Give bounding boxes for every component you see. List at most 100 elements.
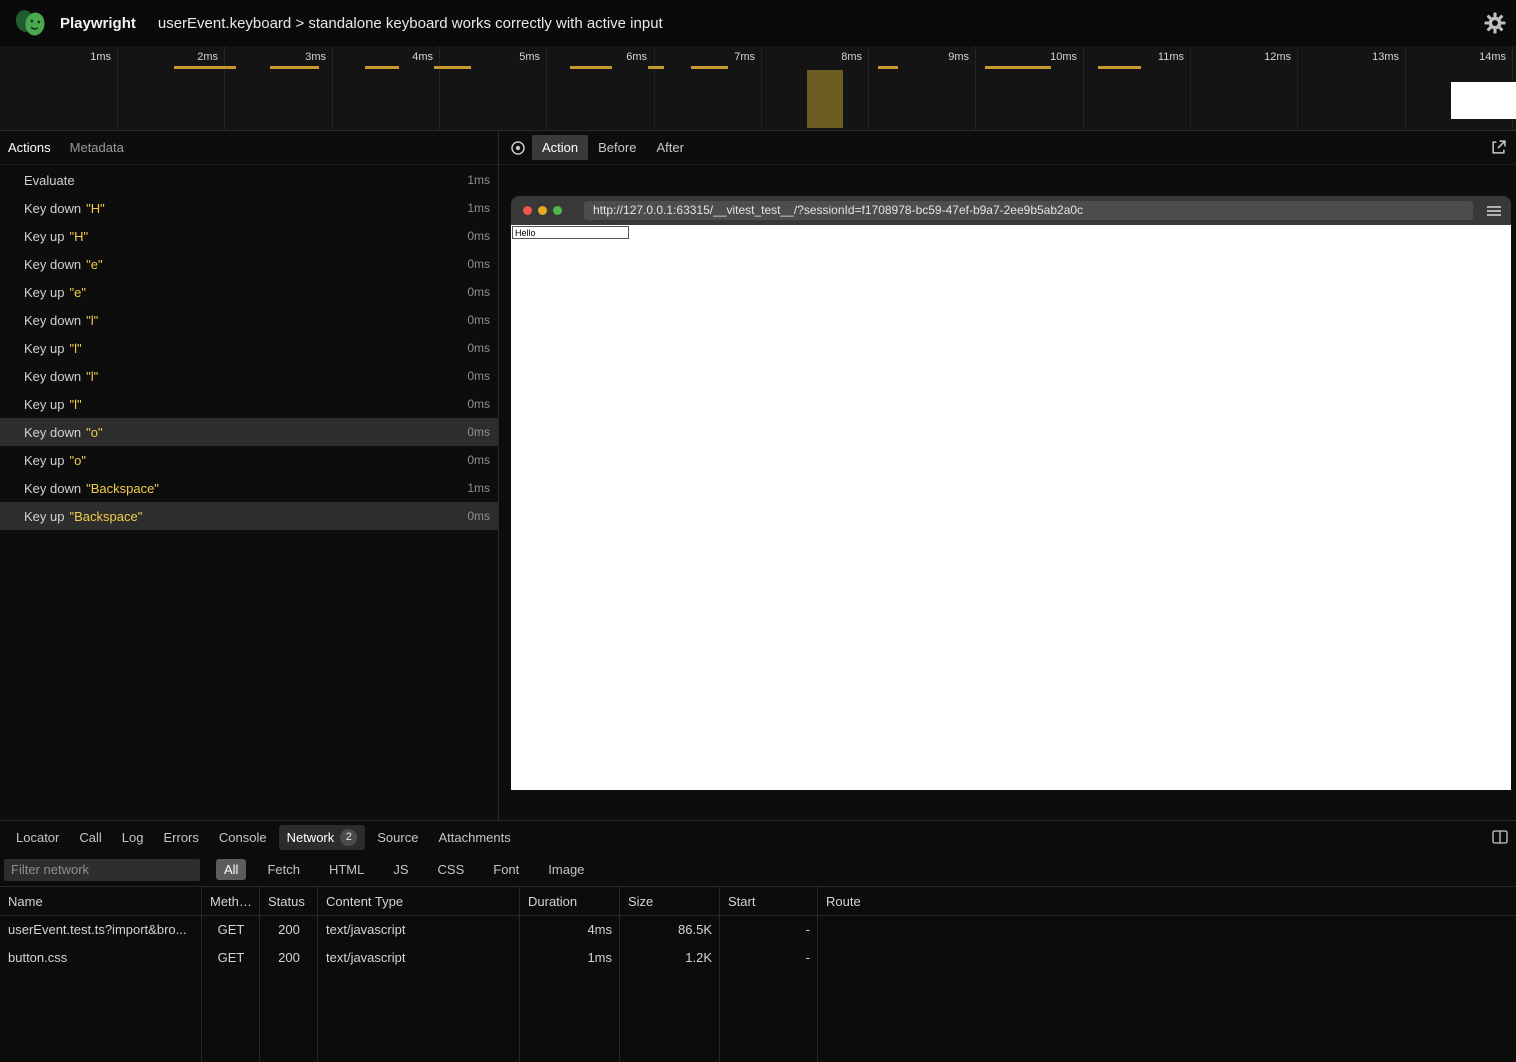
app-name: Playwright [60,15,136,32]
bottom-tab-console[interactable]: Console [211,826,275,849]
snapshot-tab-before[interactable]: Before [588,135,646,160]
filter-chip-css[interactable]: CSS [430,859,473,880]
filter-chip-html[interactable]: HTML [321,859,372,880]
action-label: Key down [24,369,81,384]
actions-panel-tabs: Actions Metadata [0,131,498,165]
menu-icon [1487,205,1501,217]
timeline-action-marker[interactable] [878,66,898,69]
table-column-divider [317,887,318,1062]
timeline-gridline [1297,46,1298,130]
timeline-selected-range[interactable] [807,70,843,128]
action-duration: 0ms [467,285,490,299]
cell-name: button.css [0,944,202,972]
column-header-status[interactable]: Status [260,887,318,915]
bottom-tab-network[interactable]: Network2 [279,825,366,850]
action-duration: 0ms [467,341,490,355]
action-title: Evaluate [24,173,75,188]
action-title: Key down "l" [24,369,98,384]
action-row[interactable]: Key down "l" 0ms [0,362,498,390]
bottom-tab-call[interactable]: Call [71,826,109,849]
timeline-gridline [117,46,118,130]
action-row[interactable]: Evaluate 1ms [0,166,498,194]
action-duration: 0ms [467,313,490,327]
timeline[interactable]: 1ms2ms3ms4ms5ms6ms7ms8ms9ms10ms11ms12ms1… [0,46,1516,131]
bottom-tab-source[interactable]: Source [369,826,426,849]
column-header-start[interactable]: Start [720,887,818,915]
bottom-tab-log[interactable]: Log [114,826,152,849]
filter-chip-all[interactable]: All [216,859,246,880]
action-duration: 0ms [467,453,490,467]
column-header-size[interactable]: Size [620,887,720,915]
action-duration: 0ms [467,397,490,411]
action-duration: 1ms [467,173,490,187]
actions-panel: Actions Metadata Evaluate 1ms Key down"H"1m… [0,131,499,820]
snapshot-tab-after[interactable]: After [646,135,693,160]
timeline-action-marker[interactable] [648,66,664,69]
column-header-route[interactable]: Route [818,887,1516,915]
bottom-tab-attachments[interactable]: Attachments [430,826,518,849]
open-external-icon[interactable] [1491,140,1506,155]
action-row[interactable]: Key up"o"0ms [0,446,498,474]
action-row[interactable]: Key up"l"0ms [0,334,498,362]
cell-status: 200 [260,944,318,972]
action-row[interactable]: Key down"H"1ms [0,194,498,222]
timeline-action-marker[interactable] [570,66,612,69]
filter-chip-js[interactable]: JS [385,859,416,880]
timeline-action-marker[interactable] [434,66,471,69]
resource-type-filters: All Fetch HTML JS CSS Font Image [216,859,605,880]
action-row[interactable]: Key down"e"0ms [0,250,498,278]
action-key: "e" [86,257,102,272]
action-key: "o" [86,425,102,440]
panel-tab-metadata[interactable]: Metadata [70,140,124,155]
action-key: "e" [69,285,85,300]
action-key: "l" [86,369,98,384]
action-row[interactable]: Key up"Backspace"0ms [0,502,498,530]
cell-start: - [720,944,818,972]
action-row[interactable]: Key down"l"0ms [0,306,498,334]
timeline-action-marker[interactable] [174,66,236,69]
timeline-tick-label: 11ms [1158,51,1184,63]
action-row[interactable]: Key up "e" 0ms [0,278,498,306]
bottom-tab-label: Locator [16,830,59,845]
action-row[interactable]: Key down"o"0ms [0,418,498,446]
timeline-film-strip-thumbnail[interactable] [1451,82,1516,119]
column-header-duration[interactable]: Duration [520,887,620,915]
timeline-action-marker[interactable] [270,66,319,69]
gear-icon[interactable] [1484,12,1506,39]
snapshot-panel: ActionBeforeAfter http://127.0.0.1:63315… [500,131,1516,820]
action-label: Key down [24,425,81,440]
column-header-name[interactable]: Name [0,887,202,915]
filter-chip-image[interactable]: Image [540,859,592,880]
column-header-method[interactable]: Method [202,887,260,915]
bottom-tab-label: Call [79,830,101,845]
network-request-row[interactable]: userEvent.test.ts?import&bro...GET200tex… [0,916,1516,944]
action-duration: 0ms [467,369,490,383]
timeline-action-marker[interactable] [1098,66,1141,69]
panel-tab-actions[interactable]: Actions [8,140,51,155]
action-label: Key up [24,285,64,300]
bottom-tab-errors[interactable]: Errors [155,826,206,849]
action-row[interactable]: Key up"H"0ms [0,222,498,250]
action-title: Key down"Backspace" [24,481,159,496]
bottom-tab-locator[interactable]: Locator [8,826,67,849]
filter-chip-fetch[interactable]: Fetch [259,859,308,880]
column-header-content-type[interactable]: Content Type [318,887,520,915]
network-request-row[interactable]: button.cssGET200text/javascript1ms1.2K- [0,944,1516,972]
action-row[interactable]: Key down"Backspace"1ms [0,474,498,502]
timeline-action-marker[interactable] [985,66,1051,69]
network-filter-input[interactable] [4,859,200,881]
network-table: NameMethodStatusContent TypeDurationSize… [0,887,1516,1062]
timeline-gridline [332,46,333,130]
snapshot-tab-action[interactable]: Action [532,135,588,160]
action-key: "Backspace" [86,481,159,496]
timeline-action-marker[interactable] [691,66,728,69]
page-text-input[interactable] [512,226,629,239]
cell-status: 200 [260,916,318,944]
timeline-action-marker[interactable] [365,66,399,69]
timeline-tick-label: 6ms [626,51,647,63]
action-row[interactable]: Key up"l"0ms [0,390,498,418]
toggle-columns-icon[interactable] [1492,830,1508,849]
timeline-tick-label: 8ms [841,51,862,63]
pick-locator-icon[interactable] [510,140,526,156]
filter-chip-font[interactable]: Font [485,859,527,880]
